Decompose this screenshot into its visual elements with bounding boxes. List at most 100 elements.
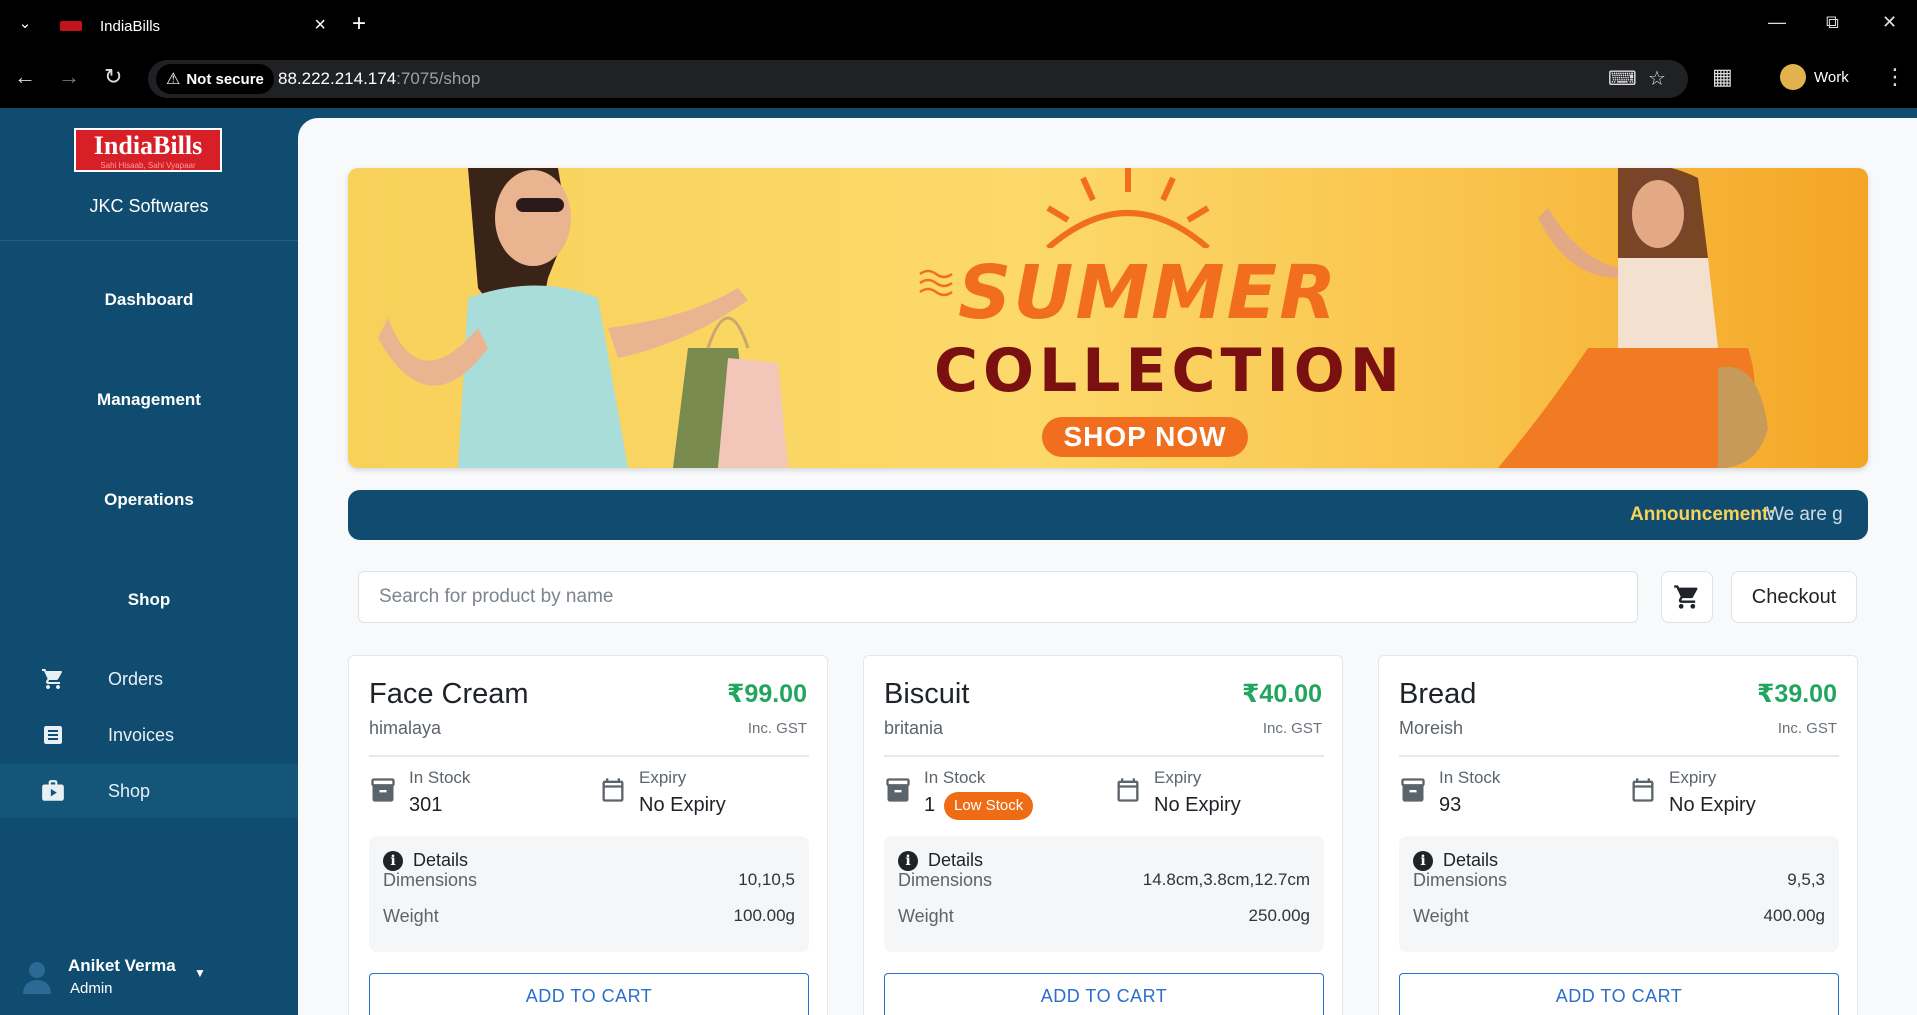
add-to-cart-button[interactable]: ADD TO CART (884, 973, 1324, 1015)
caret-down-icon[interactable]: ▼ (194, 966, 206, 980)
browser-tab-strip: ⌄ IndiaBills × + — ⧉ ✕ (0, 0, 1917, 50)
weight-row: Weight 250.00g (898, 906, 1310, 927)
forward-icon[interactable]: → (58, 64, 80, 90)
main-content: SUMMER COLLECTION SHOP NOW Announcement:… (298, 118, 1917, 1015)
shop-now-button[interactable]: SHOP NOW (1042, 417, 1248, 457)
user-avatar-icon (23, 962, 51, 994)
product-price: ₹99.00 (727, 680, 807, 708)
browser-tab[interactable]: IndiaBills × (50, 6, 340, 46)
sidebar-section-shop[interactable]: Shop (0, 590, 298, 610)
bookmark-star-icon[interactable]: ☆ (1648, 66, 1666, 91)
tab-title: IndiaBills (100, 17, 161, 35)
banner-title-line2: COLLECTION (934, 336, 1405, 406)
add-to-cart-button[interactable]: ADD TO CART (1399, 973, 1839, 1015)
promo-banner[interactable]: SUMMER COLLECTION SHOP NOW (348, 168, 1868, 468)
extensions-icon[interactable]: ▦ (1712, 64, 1733, 90)
product-name: Biscuit (884, 678, 970, 710)
calendar-icon (1632, 778, 1654, 802)
profile-avatar (1780, 64, 1806, 90)
sidebar-item-shop[interactable]: Shop (0, 764, 298, 818)
weight-row: Weight 400.00g (1413, 906, 1825, 927)
new-tab-icon[interactable]: + (352, 10, 366, 38)
add-to-cart-button[interactable]: ADD TO CART (369, 973, 809, 1015)
cart-icon (1674, 585, 1698, 609)
product-price: ₹40.00 (1242, 680, 1322, 708)
tab-close-icon[interactable]: × (314, 14, 326, 37)
dimensions-value: 14.8cm,3.8cm,12.7cm (1142, 870, 1310, 889)
cart-button[interactable] (1661, 571, 1713, 623)
user-role: Admin (70, 980, 113, 997)
sidebar-section-dashboard[interactable]: Dashboard (0, 290, 298, 310)
url-text[interactable]: 88.222.214.174:7075/shop (278, 69, 480, 89)
card-divider (369, 755, 809, 757)
announcement-bar: Announcement: We are g (348, 490, 1868, 540)
info-icon: i (383, 850, 403, 871)
details-header: i Details (898, 850, 983, 871)
list-icon (38, 722, 68, 748)
weight-label: Weight (1413, 906, 1469, 926)
sidebar-item-orders[interactable]: Orders (0, 652, 298, 706)
briefcase-icon (38, 778, 68, 804)
weight-value: 250.00g (1248, 906, 1310, 925)
reload-icon[interactable]: ↻ (104, 64, 122, 90)
calendar-icon (1117, 778, 1139, 802)
warning-icon: ⚠ (166, 71, 181, 88)
weight-label: Weight (383, 906, 439, 926)
details-label: Details (413, 850, 469, 870)
logo-tagline: Sahi Hisaab, Sahi Vyapaar (100, 161, 196, 170)
favicon-icon (60, 21, 82, 31)
logo-text: IndiaBills (93, 131, 203, 160)
expiry-value: No Expiry (639, 794, 726, 816)
dimensions-label: Dimensions (898, 870, 993, 890)
product-brand: Moreish (1399, 718, 1464, 738)
inventory-box-icon (371, 778, 395, 802)
details-label: Details (928, 850, 984, 870)
window-close-icon[interactable]: ✕ (1882, 12, 1897, 33)
woman-shopping-bags-image (378, 168, 788, 468)
stock-label: In Stock (409, 768, 471, 787)
sidebar-item-label: Orders (108, 668, 164, 689)
stock-value: 301 (409, 794, 443, 816)
profile-button[interactable]: Work (1780, 64, 1849, 90)
sidebar-item-label: Shop (108, 780, 151, 801)
low-stock-badge: Low Stock (944, 792, 1034, 820)
sidebar-divider (0, 240, 298, 241)
back-icon[interactable]: ← (14, 64, 36, 90)
product-card: Bread ₹39.00 Moreish Inc. GST In Stock 9… (1378, 655, 1858, 1015)
announcement-label: Announcement: (1630, 504, 1775, 525)
product-search-input[interactable] (358, 571, 1638, 623)
sidebar-section-operations[interactable]: Operations (0, 490, 298, 510)
details-panel: i Details Dimensions 9,5,3 Weight 400.00g (1399, 836, 1839, 952)
url-path: :7075/shop (396, 69, 481, 88)
translate-icon[interactable]: ⌨ (1608, 66, 1637, 91)
inventory-box-icon (886, 778, 910, 802)
address-bar[interactable]: ⚠ Not secure 88.222.214.174:7075/shop ⌨ … (148, 60, 1688, 98)
security-chip[interactable]: ⚠ Not secure (156, 64, 274, 94)
tab-search-chevron-icon[interactable]: ⌄ (14, 14, 36, 36)
user-menu[interactable]: Aniket Verma Admin ▼ (0, 948, 298, 1008)
sidebar-section-management[interactable]: Management (0, 390, 298, 410)
tax-note: Inc. GST (747, 720, 807, 737)
user-name: Aniket Verma (68, 956, 176, 975)
waves-decoration (919, 269, 953, 297)
minimize-icon[interactable]: — (1768, 12, 1786, 33)
browser-menu-icon[interactable]: ⋮ (1884, 64, 1906, 90)
sidebar-item-invoices[interactable]: Invoices (0, 708, 298, 762)
expiry-label: Expiry (1669, 768, 1717, 787)
weight-value: 100.00g (733, 906, 795, 925)
dimensions-value: 10,10,5 (738, 870, 795, 889)
announcement-text: We are g (1766, 504, 1843, 525)
product-brand: himalaya (369, 718, 442, 738)
dimensions-value: 9,5,3 (1787, 870, 1825, 889)
dimensions-label: Dimensions (383, 870, 478, 890)
logo[interactable]: IndiaBills Sahi Hisaab, Sahi Vyapaar (74, 128, 222, 172)
product-card: Face Cream ₹99.00 himalaya Inc. GST In S… (348, 655, 828, 1015)
checkout-button[interactable]: Checkout (1731, 571, 1857, 623)
url-host: 88.222.214.174 (278, 69, 397, 88)
security-label: Not secure (186, 70, 264, 88)
restore-icon[interactable]: ⧉ (1826, 12, 1839, 33)
calendar-icon (602, 778, 624, 802)
weight-row: Weight 100.00g (383, 906, 795, 927)
stock-value: 1 (924, 794, 936, 816)
weight-label: Weight (898, 906, 954, 926)
